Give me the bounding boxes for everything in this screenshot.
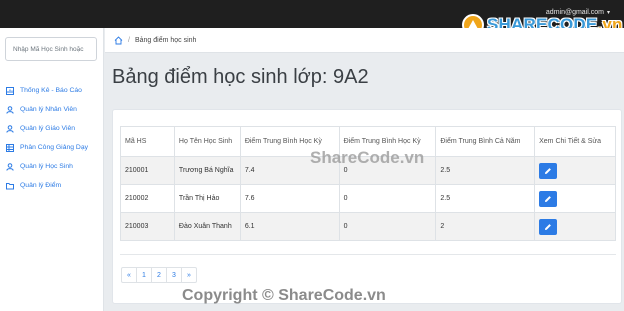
- cell-student-id: 210002: [120, 184, 175, 213]
- cell-student-name: Đào Xuân Thanh: [173, 212, 241, 241]
- cell-year-avg: 2.5: [435, 184, 535, 213]
- breadcrumb: / Bảng điểm học sinh: [105, 28, 624, 53]
- student-search-input[interactable]: [5, 37, 97, 61]
- cell-year-avg: 2: [435, 212, 535, 241]
- sidebar-item-label: Quản lý Nhân Viên: [20, 106, 77, 113]
- cell-semester1-avg: 7.6: [239, 184, 340, 213]
- sidebar-item-staff[interactable]: Quản lý Nhân Viên: [0, 100, 104, 119]
- sidebar-item-label: Quản lý Giáo Viên: [20, 125, 76, 132]
- card-divider: [120, 254, 616, 255]
- sidebar-item-teachers[interactable]: Quản lý Giáo Viên: [0, 119, 104, 138]
- edit-button[interactable]: [539, 190, 558, 207]
- sidebar-item-students[interactable]: Quản lý Học Sinh: [0, 157, 104, 176]
- cell-year-avg: 2.5: [435, 156, 535, 185]
- cell-semester2-avg: 0: [338, 184, 436, 213]
- col-details-edit: Xem Chi Tiết & Sửa: [534, 126, 616, 157]
- user-icon: [6, 162, 14, 171]
- cell-semester1-avg: 6.1: [239, 212, 340, 241]
- col-student-name[interactable]: Họ Tên Học Sinh: [173, 126, 241, 157]
- sidebar-item-statistics[interactable]: Thống Kê - Báo Cáo: [0, 81, 104, 100]
- pencil-icon: [545, 167, 552, 174]
- col-student-id[interactable]: Mã HS: [120, 126, 175, 157]
- cell-actions: [534, 184, 616, 213]
- cell-student-name: Trần Thị Hảo: [173, 184, 241, 213]
- page-1-button[interactable]: 1: [136, 267, 152, 283]
- sidebar-nav: Thống Kê - Báo Cáo Quản lý Nhân Viên Quả…: [0, 81, 104, 195]
- sidebar-item-label: Thống Kê - Báo Cáo: [20, 87, 82, 94]
- pagination: « 1 2 3 »: [121, 267, 197, 283]
- cell-actions: [534, 156, 616, 185]
- grades-table: Mã HS Họ Tên Học Sinh Điểm Trung Bình Họ…: [120, 126, 616, 241]
- page-prev-button[interactable]: «: [121, 267, 137, 283]
- sidebar-item-label: Phân Công Giảng Dạy: [20, 144, 89, 151]
- folder-icon: [6, 182, 14, 189]
- sidebar-item-label: Quản lý Học Sinh: [20, 163, 73, 170]
- sidebar-item-teaching-assignment[interactable]: Phân Công Giảng Dạy: [0, 138, 104, 157]
- pencil-icon: [545, 195, 552, 202]
- breadcrumb-separator: /: [128, 36, 130, 44]
- page-title: Bảng điểm học sinh lớp: 9A2: [112, 66, 369, 88]
- edit-button[interactable]: [539, 218, 558, 235]
- watermark-center: ShareCode.vn: [310, 148, 425, 167]
- sidebar-item-grades[interactable]: Quản lý Điểm: [0, 176, 104, 195]
- watermark-copyright: Copyright © ShareCode.vn: [182, 287, 386, 304]
- edit-button[interactable]: [539, 162, 558, 179]
- cell-actions: [534, 212, 616, 241]
- table-icon: [6, 143, 14, 152]
- sidebar: Thống Kê - Báo Cáo Quản lý Nhân Viên Quả…: [0, 28, 104, 311]
- cell-student-id: 210001: [120, 156, 175, 185]
- page-3-button[interactable]: 3: [166, 267, 182, 283]
- user-icon: [6, 124, 14, 133]
- breadcrumb-current: Bảng điểm học sinh: [134, 36, 197, 44]
- sidebar-item-label: Quản lý Điểm: [20, 182, 62, 189]
- col-year-avg[interactable]: Điểm Trung Bình Cả Năm: [435, 126, 535, 157]
- page-2-button[interactable]: 2: [151, 267, 167, 283]
- user-icon: [6, 105, 14, 114]
- page-next-button[interactable]: »: [181, 267, 197, 283]
- cell-student-id: 210003: [120, 212, 175, 241]
- chart-icon: [6, 86, 14, 95]
- home-icon[interactable]: [114, 35, 123, 45]
- cell-student-name: Trương Bá Nghĩa: [173, 156, 241, 185]
- grades-card: Mã HS Họ Tên Học Sinh Điểm Trung Bình Họ…: [112, 109, 622, 304]
- cell-semester2-avg: 0: [338, 212, 436, 241]
- table-row: 210002 Trần Thị Hảo 7.6 0 2.5: [120, 184, 616, 213]
- table-row: 210003 Đào Xuân Thanh 6.1 0 2: [120, 212, 616, 241]
- pencil-icon: [545, 223, 552, 230]
